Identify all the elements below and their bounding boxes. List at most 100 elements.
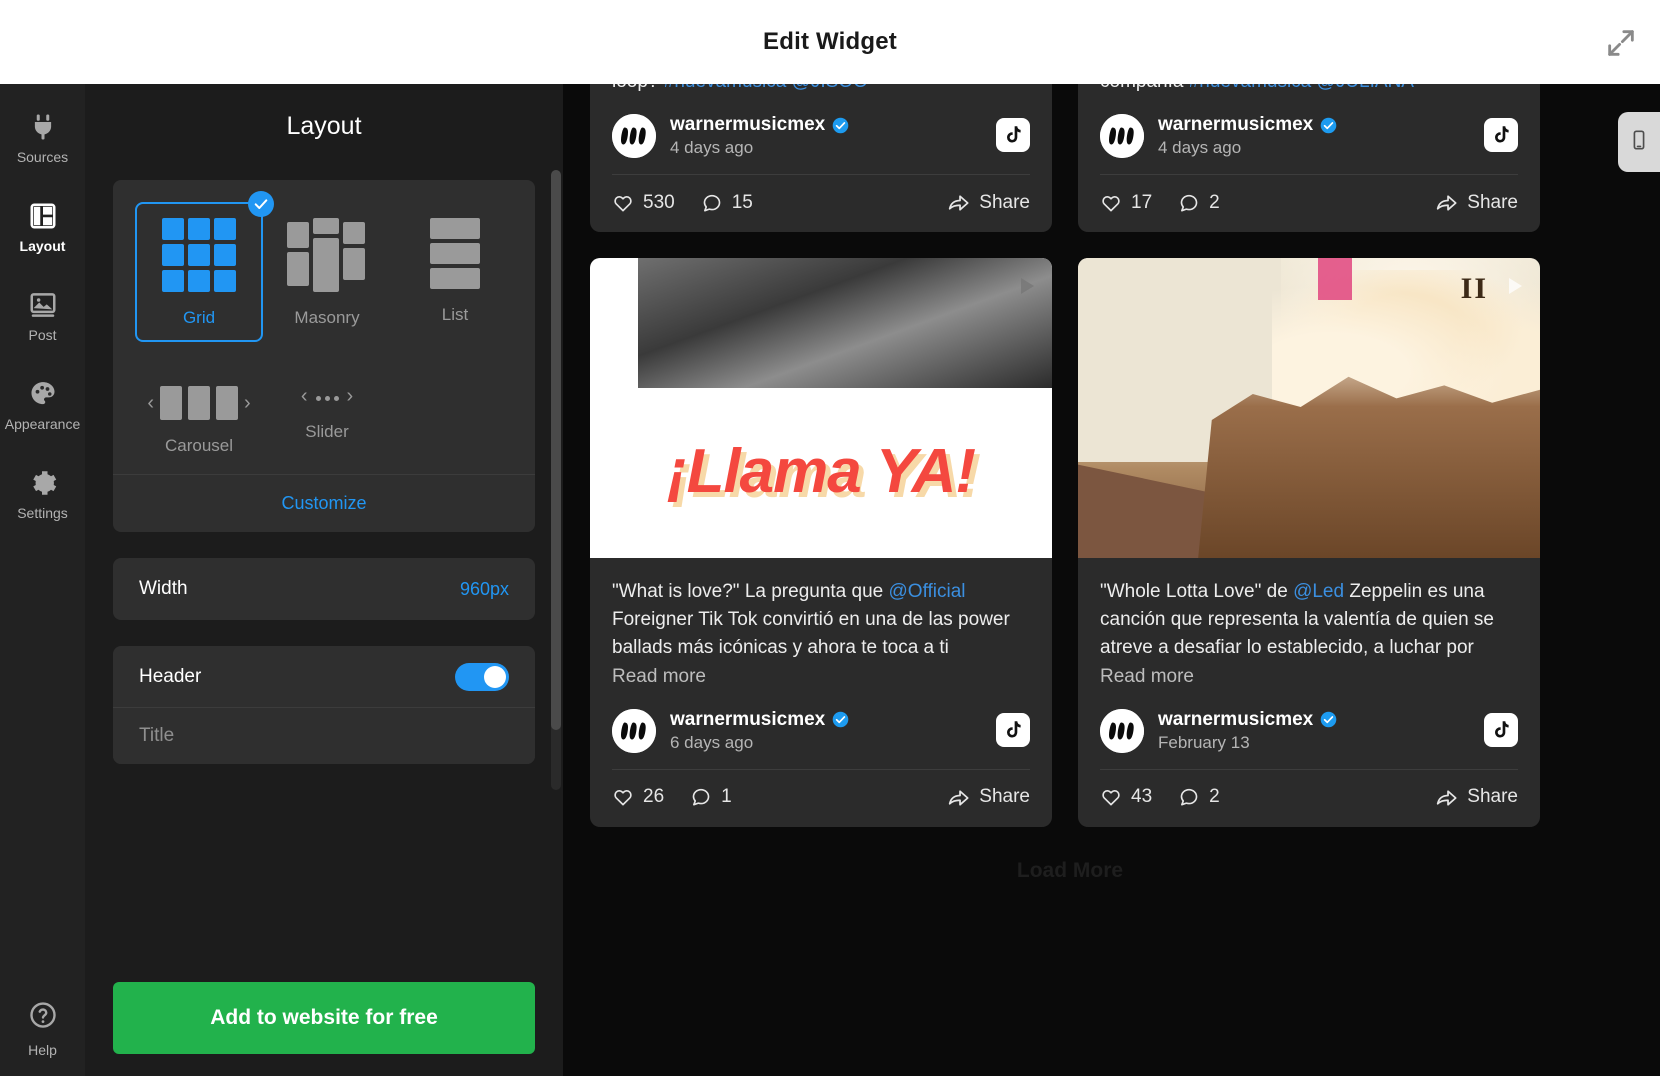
avatar (1100, 708, 1144, 753)
settings-scrollbar[interactable] (551, 170, 561, 790)
header-section: Header (113, 646, 535, 764)
add-to-website-button[interactable]: Add to website for free (113, 982, 535, 1054)
sidebar-item-label: Layout (19, 238, 66, 254)
width-row[interactable]: Width 960px (113, 558, 535, 620)
read-more-link[interactable]: Read more (612, 663, 1030, 691)
comment-stat[interactable]: 2 (1178, 786, 1220, 808)
post-media[interactable]: ¡Llama YA! (590, 258, 1052, 559)
post-timestamp: 6 days ago (670, 732, 754, 752)
list-thumb-icon (430, 218, 480, 289)
post-media-caption: ¡Llama YA! (666, 437, 976, 507)
customize-button[interactable]: Customize (113, 474, 535, 532)
post-mention[interactable]: @JISOO (792, 84, 868, 92)
left-nav-rail: Sources Layout Post Appearance Settings … (0, 84, 85, 1076)
masonry-thumb-icon (287, 218, 367, 292)
avatar (612, 114, 656, 159)
post-timestamp: 4 days ago (1158, 138, 1242, 158)
layout-option-label: List (441, 305, 469, 324)
like-count: 530 (643, 191, 675, 213)
post-hashtag[interactable]: #nuevamusica (664, 84, 787, 92)
post-author-handle: warnermusicmex (1158, 114, 1314, 136)
share-label: Share (979, 191, 1030, 213)
grid-thumb-icon (162, 218, 236, 292)
post-author-name: warnermusicmex (670, 709, 849, 731)
post-text-main: "Whole Lotta Love" de (1100, 581, 1294, 603)
post-mention[interactable]: @Official (889, 581, 966, 602)
post-card[interactable]: ¿alguien más está escuchando 'earthquake… (590, 84, 1052, 233)
post-card[interactable]: mood: yo después de pasar San Valentín s… (1078, 84, 1540, 233)
slider-thumb-icon: ‹ › (300, 385, 354, 407)
window-titlebar: Edit Widget (0, 0, 1660, 84)
header-toggle[interactable] (455, 662, 509, 691)
sidebar-item-appearance[interactable]: Appearance (0, 367, 85, 442)
question-circle-icon (28, 1000, 58, 1035)
layout-option-carousel[interactable]: ‹ › Carousel (135, 370, 263, 470)
layout-option-grid[interactable]: Grid (135, 191, 274, 342)
width-label: Width (139, 578, 188, 599)
post-card[interactable]: ¡Llama YA! "What is love?" La pregunta q… (590, 258, 1052, 827)
share-button[interactable]: Share (947, 786, 1030, 809)
sidebar-item-help[interactable]: Help (0, 1000, 85, 1058)
share-button[interactable]: Share (1435, 191, 1518, 214)
tiktok-icon[interactable] (996, 712, 1030, 747)
like-stat[interactable]: 530 (612, 192, 675, 214)
post-author-row[interactable]: warnermusicmex 6 days ago (590, 691, 1052, 769)
post-author-row[interactable]: warnermusicmex 4 days ago (1078, 96, 1540, 174)
layout-option-label: Slider (305, 422, 349, 441)
sidebar-item-settings[interactable]: Settings (0, 456, 85, 531)
post-hashtag[interactable]: #nuevamusica (1189, 84, 1312, 92)
like-stat[interactable]: 26 (612, 786, 664, 808)
layout-option-list[interactable]: List (391, 202, 519, 342)
like-stat[interactable]: 17 (1100, 192, 1152, 214)
avatar (1100, 114, 1144, 159)
layout-option-slider[interactable]: ‹ › Slider (263, 370, 391, 470)
share-button[interactable]: Share (1435, 786, 1518, 809)
header-label: Header (139, 665, 202, 687)
post-mention[interactable]: @Led (1293, 581, 1344, 602)
post-author-meta: warnermusicmex 4 days ago (1158, 114, 1337, 158)
tiktok-icon[interactable] (1484, 118, 1518, 153)
title-input[interactable] (113, 708, 535, 764)
layout-option-masonry[interactable]: Masonry (263, 202, 391, 342)
sidebar-item-post[interactable]: Post (0, 278, 85, 353)
post-author-name: warnermusicmex (1158, 114, 1337, 136)
post-text: ¿alguien más está escuchando 'earthquake… (612, 84, 1030, 96)
widget-preview: ¿alguien más está escuchando 'earthquake… (563, 84, 1660, 1076)
post-text: mood: yo después de pasar San Valentín s… (1100, 84, 1518, 96)
post-card[interactable]: II "Whole Lotta Love" de @Led Zeppelin e… (1078, 258, 1540, 827)
width-value[interactable]: 960px (460, 579, 509, 600)
sidebar-item-label: Sources (16, 149, 69, 165)
expand-arrows-icon[interactable] (1604, 26, 1638, 60)
tiktok-icon[interactable] (1484, 712, 1518, 747)
comment-count: 1 (721, 786, 732, 808)
share-button[interactable]: Share (947, 191, 1030, 214)
read-more-link[interactable]: Read more (1100, 663, 1518, 691)
sidebar-item-label: Help (28, 1042, 57, 1058)
mobile-preview-toggle[interactable] (1618, 112, 1660, 172)
post-media[interactable]: II (1078, 258, 1540, 559)
sidebar-item-label: Appearance (4, 416, 81, 432)
play-icon[interactable] (1509, 278, 1522, 295)
comment-stat[interactable]: 15 (701, 192, 753, 214)
layout-option-label: Grid (182, 308, 216, 327)
settings-panel: Layout Grid Masonry List ‹ › Carousel ‹ … (85, 84, 563, 1076)
sidebar-item-layout[interactable]: Layout (0, 189, 85, 264)
post-mention[interactable]: @JULIANA (1317, 84, 1414, 92)
sidebar-item-sources[interactable]: Sources (0, 100, 85, 175)
tiktok-icon[interactable] (996, 118, 1030, 153)
plug-icon (28, 112, 58, 142)
settings-panel-title: Layout (286, 112, 362, 140)
post-author-row[interactable]: warnermusicmex 4 days ago (590, 96, 1052, 174)
settings-scrollbar-thumb[interactable] (551, 170, 561, 730)
comment-stat[interactable]: 2 (1178, 192, 1220, 214)
post-author-handle: warnermusicmex (670, 114, 826, 136)
palette-icon (28, 379, 58, 409)
load-more-button[interactable]: Load More (590, 827, 1550, 883)
like-count: 17 (1131, 191, 1153, 213)
mobile-phone-icon (1628, 129, 1650, 156)
comment-stat[interactable]: 1 (690, 786, 732, 808)
post-author-row[interactable]: warnermusicmex February 13 (1078, 691, 1540, 769)
play-icon[interactable] (1021, 278, 1034, 295)
like-stat[interactable]: 43 (1100, 786, 1152, 808)
post-text: "Whole Lotta Love" de @Led Zeppelin es u… (1100, 578, 1518, 662)
